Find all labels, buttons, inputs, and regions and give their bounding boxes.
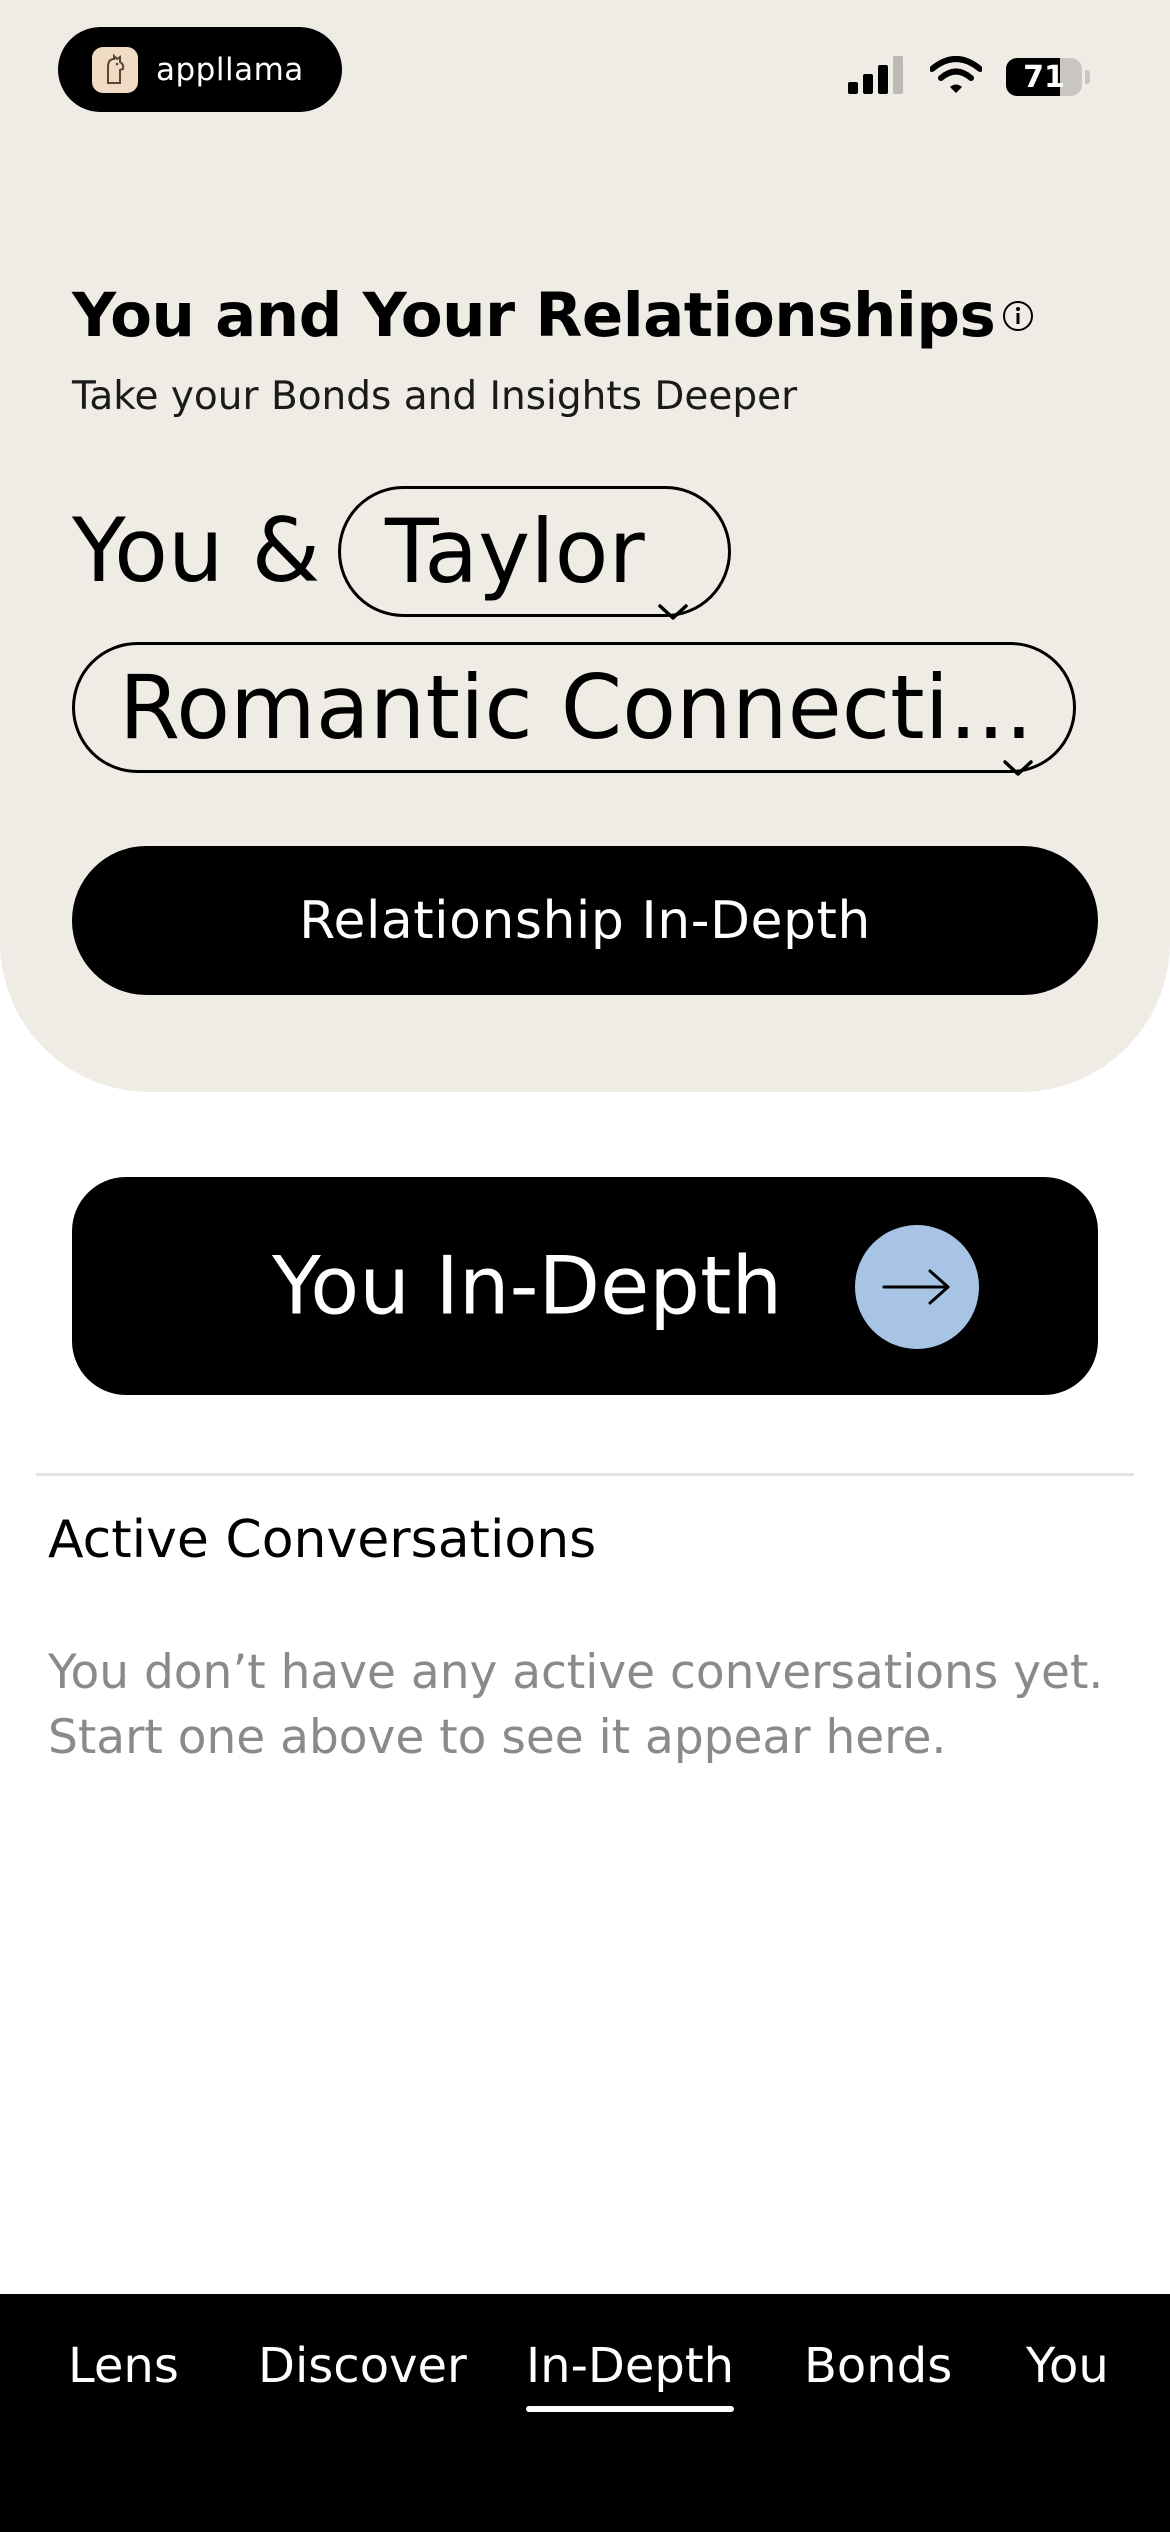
nav-item-discover[interactable]: Discover xyxy=(258,2338,467,2394)
nav-item-label: Lens xyxy=(68,2338,179,2394)
relationships-card: appllama 71 You and Your Relationships T… xyxy=(0,0,1170,1092)
page-subtitle: Take your Bonds and Insights Deeper xyxy=(72,374,798,419)
wifi-icon xyxy=(929,56,983,98)
bottom-nav: Lens Discover In-Depth Bonds You xyxy=(0,2294,1170,2532)
you-in-depth-label: You In-Depth xyxy=(272,1239,783,1333)
you-prefix: You & xyxy=(72,499,321,602)
you-in-depth-button[interactable]: You In-Depth xyxy=(72,1177,1098,1395)
battery-icon: 71 xyxy=(1006,58,1090,96)
relationship-type-dropdown[interactable]: Romantic Connecti... xyxy=(72,642,1076,776)
chevron-down-icon xyxy=(656,541,690,644)
empty-conversations-message: You don’t have any active conversations … xyxy=(48,1640,1128,1770)
page-title-text: You and Your Relationships xyxy=(72,280,996,351)
arrow-right-icon xyxy=(855,1225,979,1349)
active-conversations-title: Active Conversations xyxy=(48,1510,597,1570)
nav-item-bonds[interactable]: Bonds xyxy=(804,2338,952,2394)
battery-nub xyxy=(1085,70,1090,84)
nav-item-in-depth[interactable]: In-Depth xyxy=(526,2338,735,2412)
battery-percent: 71 xyxy=(1023,59,1065,95)
screen: appllama 71 You and Your Relationships T… xyxy=(0,0,1170,2532)
app-badge[interactable]: appllama xyxy=(58,27,342,112)
battery-indicator: 71 xyxy=(1006,58,1082,96)
empty-message-line-1: You don’t have any active conversations … xyxy=(48,1645,1104,1700)
relationship-in-depth-button[interactable]: Relationship In-Depth xyxy=(72,846,1098,995)
nav-item-you[interactable]: You xyxy=(1026,2338,1109,2394)
info-icon[interactable] xyxy=(1001,299,1035,333)
app-name: appllama xyxy=(156,51,304,88)
nav-item-label: You xyxy=(1026,2338,1109,2394)
nav-item-label: In-Depth xyxy=(526,2338,735,2394)
person-dropdown-value: Taylor xyxy=(385,500,645,603)
nav-item-label: Discover xyxy=(258,2338,467,2394)
cellular-signal-icon xyxy=(848,56,906,98)
relationship-type-value: Romantic Connecti... xyxy=(119,656,1033,759)
chevron-down-icon xyxy=(1001,697,1035,800)
empty-message-line-2: Start one above to see it appear here. xyxy=(48,1710,947,1765)
person-dropdown[interactable]: Taylor xyxy=(338,486,731,620)
section-divider xyxy=(36,1473,1134,1476)
active-tab-indicator xyxy=(526,2406,735,2412)
status-icons: 71 xyxy=(848,52,1090,102)
llama-logo-icon xyxy=(92,46,138,93)
page-title: You and Your Relationships xyxy=(72,280,1035,351)
nav-item-label: Bonds xyxy=(804,2338,953,2394)
nav-item-lens[interactable]: Lens xyxy=(68,2338,179,2394)
